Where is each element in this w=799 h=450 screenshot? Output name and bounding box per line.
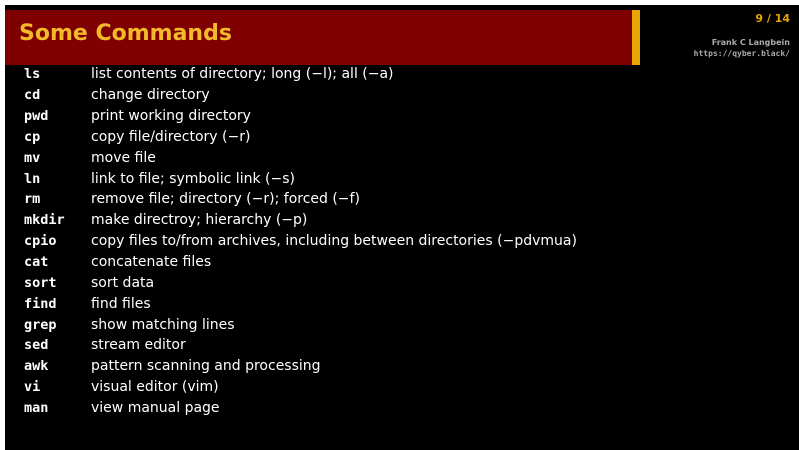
- command-name: sort: [24, 274, 57, 291]
- command-row: cpio copy files to/from archives, includi…: [24, 231, 577, 252]
- command-description: view manual page: [91, 399, 220, 416]
- command-name: cpio: [24, 233, 57, 250]
- command-name: ls: [24, 66, 41, 83]
- command-description: link to file; symbolic link (−s): [91, 170, 295, 187]
- command-list: ls list contents of directory; long (−l);…: [24, 64, 577, 418]
- command-row: find find files: [24, 293, 577, 314]
- command-description: move file: [91, 149, 156, 166]
- command-description: list contents of directory; long (−l); a…: [91, 66, 394, 83]
- command-row: cd change directory: [24, 85, 577, 106]
- command-description: print working directory: [91, 108, 251, 125]
- command-description: copy files to/from archives, including b…: [91, 233, 577, 250]
- command-name: awk: [24, 358, 49, 375]
- command-name: grep: [24, 316, 57, 333]
- command-description: pattern scanning and processing: [91, 358, 321, 375]
- command-row: ln link to file; symbolic link (−s): [24, 168, 577, 189]
- command-row: cat concatenate files: [24, 252, 577, 273]
- command-name: vi: [24, 379, 41, 396]
- command-description: show matching lines: [91, 316, 235, 333]
- command-description: visual editor (vim): [91, 379, 219, 396]
- command-description: make directroy; hierarchy (−p): [91, 212, 308, 229]
- command-name: cp: [24, 128, 41, 145]
- slide: Some Commands 9 / 14 Frank C Langbein ht…: [5, 5, 799, 450]
- command-description: find files: [91, 295, 151, 312]
- author-url: https://qyber.black/: [693, 49, 790, 58]
- command-name: rm: [24, 191, 41, 208]
- command-description: change directory: [91, 87, 210, 104]
- command-row: sort sort data: [24, 272, 577, 293]
- command-description: concatenate files: [91, 254, 212, 271]
- command-name: cat: [24, 254, 49, 271]
- command-description: stream editor: [91, 337, 186, 354]
- command-description: remove file; directory (−r); forced (−f): [91, 191, 360, 208]
- page-number: 9 / 14: [755, 12, 790, 25]
- command-row: pwd print working directory: [24, 106, 577, 127]
- command-row: man view manual page: [24, 398, 577, 419]
- command-name: find: [24, 295, 57, 312]
- command-name: mkdir: [24, 212, 65, 229]
- command-name: mv: [24, 149, 41, 166]
- title-accent-bar: [632, 10, 640, 65]
- slide-title: Some Commands: [19, 21, 232, 46]
- command-row: grep show matching lines: [24, 314, 577, 335]
- author-name: Frank C Langbein: [711, 38, 790, 47]
- command-description: copy file/directory (−r): [91, 128, 251, 145]
- command-name: cd: [24, 87, 41, 104]
- command-row: mkdir make directroy; hierarchy (−p): [24, 210, 577, 231]
- command-row: cp copy file/directory (−r): [24, 127, 577, 148]
- command-description: sort data: [91, 274, 155, 291]
- command-name: ln: [24, 170, 41, 187]
- command-name: pwd: [24, 108, 49, 125]
- command-row: ls list contents of directory; long (−l);…: [24, 64, 577, 85]
- command-name: man: [24, 399, 49, 416]
- command-row: rm remove file; directory (−r); forced (−…: [24, 189, 577, 210]
- command-row: awk pattern scanning and processing: [24, 356, 577, 377]
- command-row: sed stream editor: [24, 335, 577, 356]
- command-row: vi visual editor (vim): [24, 377, 577, 398]
- command-row: mv move file: [24, 147, 577, 168]
- command-name: sed: [24, 337, 49, 354]
